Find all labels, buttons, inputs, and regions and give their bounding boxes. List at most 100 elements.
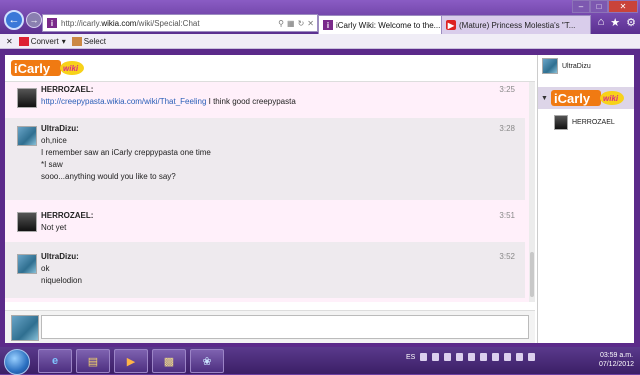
documents-taskbar-button[interactable]: ▩	[152, 349, 186, 373]
avatar[interactable]	[17, 126, 37, 146]
message-username[interactable]: HERROZAEL:	[41, 85, 93, 94]
back-button[interactable]: ←	[4, 10, 24, 30]
close-toolbar-button[interactable]: ✕	[6, 37, 13, 46]
compat-icon[interactable]: ▦	[287, 19, 295, 28]
internet-explorer-icon: e	[51, 355, 59, 367]
svg-text:wiki: wiki	[603, 94, 619, 103]
message-link[interactable]: http://creepypasta.wikia.com/wiki/That_F…	[41, 97, 206, 106]
tray-icon[interactable]	[420, 353, 428, 361]
maximize-button[interactable]: □	[590, 0, 608, 13]
message-username[interactable]: UltraDizu:	[41, 252, 79, 261]
message-username[interactable]: HERROZAEL:	[41, 211, 93, 220]
media-player-taskbar-button[interactable]: ▶	[114, 349, 148, 373]
browser-titlebar: ← → i http://icarly.wikia.com/wiki/Speci…	[0, 0, 640, 34]
tray-icon[interactable]	[504, 353, 512, 361]
language-indicator[interactable]: ES	[406, 354, 415, 361]
scrollbar-thumb[interactable]	[530, 252, 534, 297]
back-arrow-icon: ←	[8, 14, 20, 26]
self-avatar	[11, 315, 39, 341]
tab-label: iCarly Wiki: Welcome to the...	[336, 20, 441, 30]
tray-icon[interactable]	[456, 353, 464, 361]
tray-icon[interactable]	[468, 353, 476, 361]
svg-text:iCarly: iCarly	[554, 91, 591, 106]
current-user[interactable]: UltraDizu	[542, 58, 591, 74]
taskbar-clock[interactable]: 03:59 a.m. 07/12/2012	[599, 351, 634, 369]
window-controls: – □ ✕	[572, 0, 638, 13]
convert-label: Convert	[30, 36, 59, 46]
clock-time: 03:59 a.m.	[599, 352, 634, 359]
paint-taskbar-button[interactable]: ❀	[190, 349, 224, 373]
avatar[interactable]	[17, 88, 37, 108]
forward-button[interactable]: →	[26, 12, 42, 28]
file-explorer-taskbar-button[interactable]: ▤	[76, 349, 110, 373]
stop-icon[interactable]: ✕	[307, 19, 314, 28]
avatar[interactable]	[17, 212, 37, 232]
tab-label: (Mature) Princess Molestia's "T...	[459, 20, 576, 30]
chat-header: iCarly wiki	[5, 55, 535, 82]
current-user-name: UltraDizu	[562, 62, 591, 70]
chevron-down-icon: ▾	[61, 36, 66, 46]
select-button[interactable]: Select	[71, 36, 106, 46]
message-text: niquelodion	[41, 276, 82, 285]
select-icon	[71, 36, 82, 46]
minimize-button[interactable]: –	[572, 0, 590, 13]
close-window-button[interactable]: ✕	[608, 0, 638, 13]
message-username[interactable]: UltraDizu:	[41, 124, 79, 133]
icarly-wiki-room-logo: iCarly wiki	[550, 90, 624, 106]
tray-icon[interactable]	[444, 353, 452, 361]
avatar[interactable]	[17, 254, 37, 274]
paint-palette-icon: ❀	[202, 355, 212, 368]
gear-icon[interactable]: ⚙	[626, 16, 636, 29]
user-list-item[interactable]: HERROZAEL	[554, 115, 615, 130]
icarly-wiki-logo[interactable]: iCarly wiki	[11, 59, 85, 77]
tab-icarly-wiki[interactable]: i iCarly Wiki: Welcome to the... ✕	[318, 15, 450, 34]
avatar	[542, 58, 558, 74]
minimize-icon: –	[578, 2, 584, 11]
message-scrollbar[interactable]	[529, 82, 535, 302]
command-toolbar: ✕ Convert ▾ Select	[0, 34, 640, 49]
chat-message: HERROZAEL: 3:51 Not yet	[5, 200, 525, 242]
chat-window: iCarly wiki HERROZAEL: 3:25 http://creep…	[5, 55, 634, 343]
address-bar[interactable]: i http://icarly.wikia.com/wiki/Special:C…	[42, 14, 318, 32]
clock-date: 07/12/2012	[598, 361, 634, 368]
message-text: http://creepypasta.wikia.com/wiki/That_F…	[41, 97, 296, 106]
message-text: ok	[41, 264, 50, 273]
chat-input[interactable]	[41, 315, 529, 339]
chat-input-bar	[5, 310, 535, 343]
message-list[interactable]: HERROZAEL: 3:25 http://creepypasta.wikia…	[5, 82, 529, 302]
chevron-down-icon: ▼	[541, 94, 548, 102]
chat-message: UltraDizu: 3:52 ok niquelodion	[5, 242, 525, 298]
refresh-icon[interactable]: ↻	[298, 19, 305, 28]
url-suffix: /wiki/Special:Chat	[136, 18, 200, 28]
user-list-name: HERROZAEL	[572, 119, 615, 126]
maximize-icon: □	[596, 2, 602, 11]
play-icon: ▶	[126, 355, 136, 368]
message-text: I remember saw an iCarly creppypasta one…	[41, 148, 211, 157]
address-url[interactable]: http://icarly.wikia.com/wiki/Special:Cha…	[61, 19, 278, 28]
windows-taskbar: e ▤ ▶ ▩ ❀ ES 03:59 a.m. 07/12/2012	[0, 347, 640, 375]
avatar	[554, 115, 568, 130]
convert-button[interactable]: Convert ▾	[18, 36, 66, 46]
message-text: Not yet	[41, 223, 67, 232]
icarly-favicon-icon: i	[323, 20, 333, 30]
chat-message: UltraDizu: 3:28 oh,nice I remember saw a…	[5, 118, 525, 200]
message-text-tail: I think good creepypasta	[206, 97, 296, 106]
chat-message: HERROZAEL: 3:25 http://creepypasta.wikia…	[5, 82, 525, 114]
home-icon[interactable]: ⌂	[598, 16, 605, 29]
tab-youtube[interactable]: ▶ (Mature) Princess Molestia's "T...	[441, 15, 591, 34]
favorites-star-icon[interactable]: ★	[610, 16, 620, 29]
message-time: 3:25	[499, 85, 515, 94]
page-content: iCarly wiki HERROZAEL: 3:25 http://creep…	[0, 49, 640, 347]
tray-icon[interactable]	[492, 353, 500, 361]
search-icon[interactable]: ⚲	[278, 19, 284, 28]
network-icon[interactable]	[516, 353, 524, 361]
start-button[interactable]	[4, 349, 30, 375]
volume-icon[interactable]	[528, 353, 536, 361]
room-header[interactable]: ▼ iCarly wiki	[538, 87, 634, 109]
internet-explorer-taskbar-button[interactable]: e	[38, 349, 72, 373]
tray-icon[interactable]	[432, 353, 440, 361]
svg-text:wiki: wiki	[63, 64, 79, 73]
pdf-convert-icon	[18, 36, 29, 46]
tray-icon[interactable]	[480, 353, 488, 361]
close-icon: ✕	[619, 2, 627, 11]
